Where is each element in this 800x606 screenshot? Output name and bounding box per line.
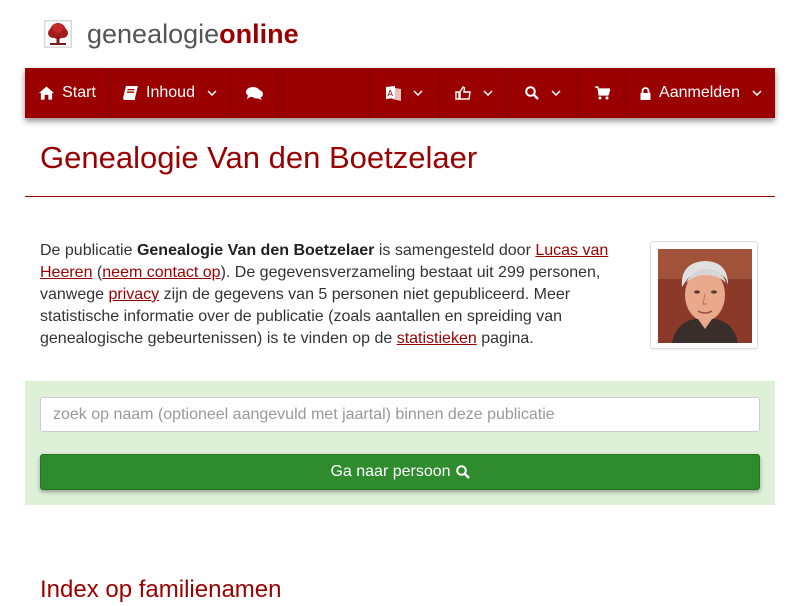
- chevron-down-icon: [413, 90, 423, 96]
- language-icon: A: [386, 85, 401, 101]
- nav-share[interactable]: [440, 68, 509, 118]
- nav-start-label: Start: [62, 84, 96, 101]
- nav-inhoud[interactable]: Inhoud: [111, 68, 230, 118]
- search-icon: [455, 465, 470, 479]
- intro-text: is samengesteld door: [374, 242, 536, 259]
- chevron-down-icon: [752, 90, 762, 96]
- main-navbar: Start Inhoud A Aanmelden: [25, 68, 775, 118]
- site-name-part2: online: [219, 19, 299, 49]
- nav-shop[interactable]: [578, 68, 627, 118]
- lock-icon: [640, 86, 651, 100]
- chevron-down-icon: [207, 90, 217, 96]
- comments-icon: [245, 87, 263, 100]
- nav-spacer: [279, 68, 370, 118]
- search-panel: Ga naar persoon: [25, 381, 775, 505]
- title-divider: [25, 196, 775, 197]
- nav-login-label: Aanmelden: [659, 84, 740, 101]
- author-photo-frame[interactable]: [650, 241, 758, 349]
- nav-inhoud-label: Inhoud: [146, 84, 195, 101]
- search-icon: [525, 86, 539, 100]
- contact-link[interactable]: neem contact op: [102, 264, 220, 281]
- surname-index-heading: Index op familienamen: [40, 576, 282, 603]
- publication-name: Genealogie Van den Boetzelaer: [136, 242, 375, 259]
- author-photo: [658, 249, 752, 343]
- home-icon: [39, 86, 55, 100]
- page-title: Genealogie Van den Boetzelaer: [40, 140, 478, 175]
- publication-intro: De publicatie Genealogie Van den Boetzel…: [40, 240, 630, 350]
- tree-logo-icon: [44, 20, 72, 48]
- site-logo[interactable]: genealogieonline: [44, 18, 299, 50]
- book-icon: [123, 86, 139, 100]
- chevron-down-icon: [483, 90, 493, 96]
- intro-text: De publicatie: [40, 242, 137, 259]
- thumbs-up-icon: [455, 86, 471, 100]
- shopping-cart-icon: [594, 86, 610, 100]
- nav-login[interactable]: Aanmelden: [627, 68, 775, 118]
- go-to-person-button[interactable]: Ga naar persoon: [40, 454, 760, 490]
- privacy-link[interactable]: privacy: [109, 286, 160, 303]
- intro-text: pagina.: [476, 330, 534, 347]
- nav-language[interactable]: A: [370, 68, 440, 118]
- nav-search[interactable]: [509, 68, 578, 118]
- site-name: genealogieonline: [87, 18, 299, 50]
- svg-text:A: A: [388, 89, 394, 98]
- site-name-part1: genealogie: [87, 19, 220, 49]
- person-search-input[interactable]: [40, 397, 760, 432]
- intro-text: (: [92, 264, 103, 281]
- nav-start[interactable]: Start: [25, 68, 111, 118]
- nav-forum[interactable]: [230, 68, 279, 118]
- go-to-person-label: Ga naar persoon: [330, 463, 451, 480]
- chevron-down-icon: [551, 90, 561, 96]
- statistics-link[interactable]: statistieken: [397, 330, 477, 347]
